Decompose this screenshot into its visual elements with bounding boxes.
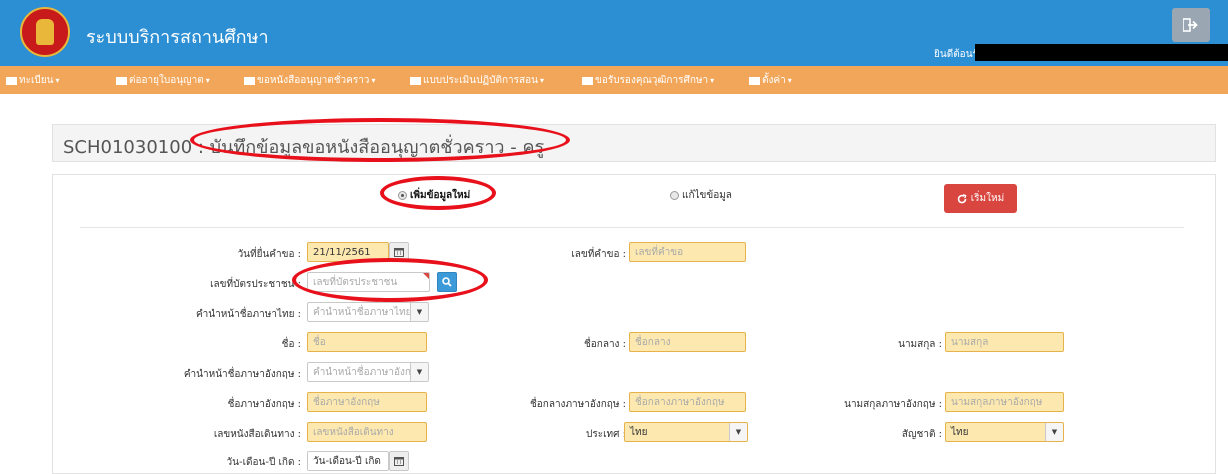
redacted-username: [975, 44, 1228, 61]
menu-renewal[interactable]: ต่ออายุใบอนุญาต ▾: [116, 73, 210, 88]
caret-down-icon: ▼: [410, 363, 428, 381]
menu-qualification[interactable]: ขอรับรองคุณวุฒิการศึกษา ▾: [582, 73, 714, 88]
th-prefix-select[interactable]: คำนำหน้าชื่อภาษาไทย ▼: [307, 302, 429, 322]
label-en-last: นามสกุลภาษาอังกฤษ :: [844, 399, 942, 410]
menu-label: ขอหนังสืออนุญาตชั่วคราว: [257, 75, 370, 86]
menu-temp-license[interactable]: ขอหนังสืออนุญาตชั่วคราว ▾: [244, 73, 375, 88]
nationality-value: ไทย: [951, 426, 969, 438]
request-date-value: 21/11/2561: [313, 246, 371, 258]
logo: [20, 7, 70, 57]
label-last-name: นามสกุล :: [898, 339, 942, 350]
calendar-icon: [394, 248, 404, 257]
middle-name-placeholder: ชื่อกลาง: [635, 336, 671, 348]
label-first-name: ชื่อ :: [281, 339, 301, 350]
label-citizen-id: เลขที่บัตรประชาชน :: [210, 279, 301, 290]
menu-bar: ทะเบียน ▾ ต่ออายุใบอนุญาต ▾ ขอหนังสืออนุญา…: [0, 66, 1228, 94]
caret-down-icon: ▾: [371, 76, 376, 85]
caret-down-icon: ▾: [205, 76, 210, 85]
en-middle-input[interactable]: ชื่อกลางภาษาอังกฤษ: [629, 392, 746, 412]
birth-date-placeholder: วัน-เดือน-ปี เกิด: [313, 455, 381, 467]
caret-down-icon: ▼: [410, 303, 428, 321]
request-no-placeholder: เลขที่คำขอ: [635, 246, 684, 258]
en-last-placeholder: นามสกุลภาษาอังกฤษ: [951, 396, 1043, 408]
en-last-input[interactable]: นามสกุลภาษาอังกฤษ: [945, 392, 1064, 412]
caret-down-icon: ▾: [787, 76, 792, 85]
menu-label: ขอรับรองคุณวุฒิการศึกษา: [595, 75, 709, 86]
country-value: ไทย: [630, 426, 648, 438]
label-en-first: ชื่อภาษาอังกฤษ :: [227, 399, 301, 410]
en-prefix-select[interactable]: คำนำหน้าชื่อภาษาอังกฤษ ▼: [307, 362, 429, 382]
menu-list-icon: [410, 76, 421, 85]
label-request-no: เลขที่คำขอ :: [571, 249, 626, 260]
highlight-ellipse: [190, 118, 570, 162]
refresh-icon: [957, 193, 967, 203]
nationality-select[interactable]: ไทย ▼: [945, 422, 1064, 442]
calendar-icon: [394, 457, 404, 466]
menu-registration[interactable]: ทะเบียน ▾: [6, 73, 59, 88]
menu-label: ทะเบียน: [19, 75, 54, 86]
label-passport: เลขหนังสือเดินทาง :: [213, 429, 301, 440]
en-first-input[interactable]: ชื่อภาษาอังกฤษ: [307, 392, 427, 412]
highlight-ellipse: [380, 176, 496, 210]
country-select[interactable]: ไทย ▼: [624, 422, 748, 442]
calendar-button[interactable]: [389, 451, 409, 471]
label-en-middle: ชื่อกลางภาษาอังกฤษ :: [529, 399, 626, 410]
request-no-input[interactable]: เลขที่คำขอ: [629, 242, 746, 262]
divider: [80, 227, 1184, 228]
label-nationality: สัญชาติ :: [901, 429, 942, 440]
last-name-placeholder: นามสกุล: [951, 336, 989, 348]
radio-dot: [670, 191, 679, 200]
caret-down-icon: ▾: [710, 76, 715, 85]
passport-placeholder: เลขหนังสือเดินทาง: [313, 426, 394, 438]
caret-down-icon: ▼: [729, 423, 747, 441]
en-prefix-placeholder: คำนำหน้าชื่อภาษาอังกฤษ: [313, 366, 424, 378]
logout-icon: [1183, 18, 1198, 32]
menu-label: แบบประเมินปฏิบัติการสอน: [423, 75, 538, 86]
menu-label: ต่ออายุใบอนุญาต: [129, 75, 204, 86]
caret-down-icon: ▾: [539, 76, 544, 85]
birth-date-input[interactable]: วัน-เดือน-ปี เกิด: [307, 451, 389, 471]
menu-teaching-assessment[interactable]: แบบประเมินปฏิบัติการสอน ▾: [410, 73, 544, 88]
caret-down-icon: ▼: [1045, 423, 1063, 441]
menu-list-icon: [582, 76, 593, 85]
menu-label: ตั้งค่า: [762, 75, 786, 86]
highlight-ellipse: [292, 258, 488, 302]
first-name-placeholder: ชื่อ: [313, 336, 326, 348]
menu-list-icon: [749, 76, 760, 85]
en-first-placeholder: ชื่อภาษาอังกฤษ: [313, 396, 380, 408]
menu-list-icon: [244, 76, 255, 85]
label-country: ประเทศ :: [586, 429, 626, 440]
last-name-input[interactable]: นามสกุล: [945, 332, 1064, 352]
middle-name-input[interactable]: ชื่อกลาง: [629, 332, 746, 352]
en-middle-placeholder: ชื่อกลางภาษาอังกฤษ: [635, 396, 725, 408]
radio-edit[interactable]: แก้ไขข้อมูล: [670, 188, 732, 203]
label-request-date: วันที่ยื่นคำขอ :: [237, 249, 301, 260]
app-title: ระบบบริการสถานศึกษา: [86, 27, 269, 48]
menu-list-icon: [6, 76, 17, 85]
reset-label: เริ่มใหม่: [970, 193, 1005, 204]
label-th-prefix: คำนำหน้าชื่อภาษาไทย :: [195, 309, 301, 320]
label-birth-date: วัน-เดือน-ปี เกิด :: [226, 457, 301, 468]
caret-down-icon: ▾: [55, 76, 60, 85]
reset-button[interactable]: เริ่มใหม่: [944, 184, 1017, 213]
top-bar: ระบบบริการสถานศึกษา ยินดีต้อนรับ: [0, 0, 1228, 66]
label-middle-name: ชื่อกลาง :: [583, 339, 626, 350]
logout-button[interactable]: [1172, 8, 1210, 42]
label-en-prefix: คำนำหน้าชื่อภาษาอังกฤษ :: [183, 369, 301, 380]
menu-settings[interactable]: ตั้งค่า ▾: [749, 73, 792, 88]
passport-input[interactable]: เลขหนังสือเดินทาง: [307, 422, 427, 442]
radio-edit-label: แก้ไขข้อมูล: [682, 190, 732, 201]
th-prefix-placeholder: คำนำหน้าชื่อภาษาไทย: [313, 306, 412, 318]
first-name-input[interactable]: ชื่อ: [307, 332, 427, 352]
menu-list-icon: [116, 76, 127, 85]
